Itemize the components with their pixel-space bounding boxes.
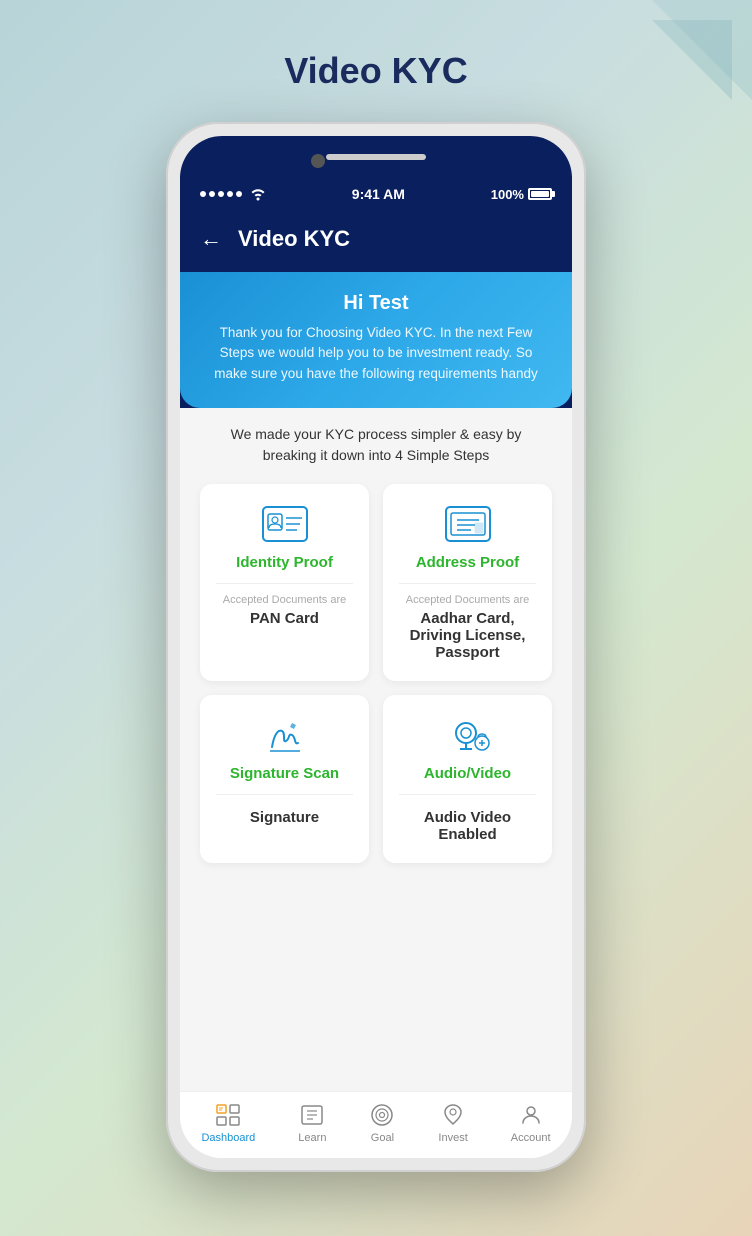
welcome-banner: Hi Test Thank you for Choosing Video KYC… (180, 272, 572, 408)
app-screen: 9:41 AM 100% ← Video KYC Hi Test (180, 136, 572, 1158)
dashboard-label: Dashboard (201, 1132, 255, 1144)
steps-description: We made your KYC process simpler & easy … (200, 424, 552, 466)
bottom-nav: Dashboard Learn (180, 1091, 572, 1158)
speaker-notch (326, 154, 426, 160)
content-area: We made your KYC process simpler & easy … (180, 408, 572, 1091)
bg-decoration-2 (572, 20, 732, 180)
address-proof-card[interactable]: Address Proof Accepted Documents are Aad… (383, 484, 552, 681)
address-accepted-label: Accepted Documents are (406, 594, 530, 606)
account-label: Account (511, 1132, 551, 1144)
audio-video-doc-name: Audio Video Enabled (399, 809, 536, 843)
nav-learn[interactable]: Learn (298, 1102, 326, 1144)
camera-dot (311, 154, 325, 168)
learn-label: Learn (298, 1132, 326, 1144)
phone-screen: 9:41 AM 100% ← Video KYC Hi Test (180, 136, 572, 1158)
identity-doc-name: PAN Card (250, 610, 319, 627)
identity-icon (260, 504, 310, 544)
signature-scan-title: Signature Scan (230, 765, 339, 782)
goal-icon (369, 1102, 395, 1128)
address-proof-title: Address Proof (416, 554, 519, 571)
dashboard-icon (215, 1102, 241, 1128)
welcome-greeting: Hi Test (204, 292, 548, 315)
signature-scan-card[interactable]: Signature Scan Signature (200, 695, 369, 863)
welcome-description: Thank you for Choosing Video KYC. In the… (204, 323, 548, 384)
address-doc-name: Aadhar Card, Driving License, Passport (399, 610, 536, 661)
nav-account[interactable]: Account (511, 1102, 551, 1144)
address-icon (443, 504, 493, 544)
card-divider-2 (399, 583, 536, 584)
nav-dashboard[interactable]: Dashboard (201, 1102, 255, 1144)
card-divider-4 (399, 794, 536, 795)
identity-proof-title: Identity Proof (236, 554, 333, 571)
audio-video-title: Audio/Video (424, 765, 511, 782)
page-title: Video KYC (284, 50, 467, 92)
account-icon (518, 1102, 544, 1128)
invest-icon (440, 1102, 466, 1128)
audio-video-icon (443, 715, 493, 755)
nav-invest[interactable]: Invest (438, 1102, 467, 1144)
identity-accepted-label: Accepted Documents are (223, 594, 347, 606)
audio-video-card[interactable]: Audio/Video Audio Video Enabled (383, 695, 552, 863)
nav-goal[interactable]: Goal (369, 1102, 395, 1144)
card-divider-3 (216, 794, 353, 795)
back-button[interactable]: ← (200, 226, 222, 252)
signature-icon (260, 715, 310, 755)
app-header: ← Video KYC (180, 212, 572, 272)
card-divider (216, 583, 353, 584)
kyc-cards-grid: Identity Proof Accepted Documents are PA… (200, 484, 552, 863)
learn-icon (299, 1102, 325, 1128)
identity-proof-card[interactable]: Identity Proof Accepted Documents are PA… (200, 484, 369, 681)
invest-label: Invest (438, 1132, 467, 1144)
app-header-title: Video KYC (238, 226, 350, 252)
phone-frame: 9:41 AM 100% ← Video KYC Hi Test (166, 122, 586, 1172)
phone-top-notch (180, 136, 572, 206)
signature-doc-name: Signature (250, 809, 319, 826)
goal-label: Goal (371, 1132, 394, 1144)
